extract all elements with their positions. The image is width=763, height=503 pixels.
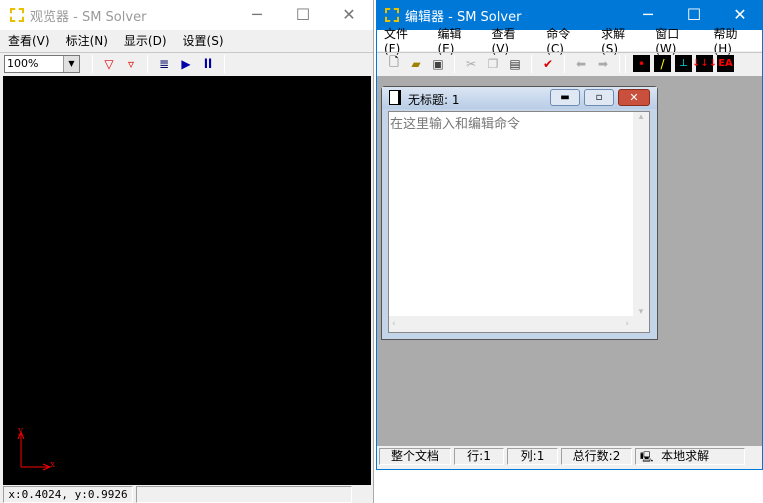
viewer-toolbar: 100% ▼ ▽ ▿ ≣ ▶ ll [0, 52, 373, 74]
zoom-select[interactable]: 100% ▼ [4, 54, 80, 73]
viewer-menu-bar: 查看(V) 标注(N) 显示(D) 设置(S) [0, 30, 373, 51]
status-solver-label: 本地求解 [661, 449, 710, 463]
editor-toolbar: 🗋 ▰ ▣ ✂ ❐ ▤ ✔ ⬅ ➡ • / ⊥ ↓↓↓ EA [377, 52, 762, 74]
editor-window: 编辑器 - SM Solver ─ ☐ ✕ 文件(F) 编辑(E) 查看(V) … [376, 0, 763, 470]
zoom-in-icon[interactable]: ▽ [100, 55, 118, 73]
zoom-out-icon[interactable]: ▿ [122, 55, 140, 73]
list-step-icon[interactable]: ≣ [155, 55, 173, 73]
support-icon[interactable]: ⊥ [675, 55, 692, 72]
editor-placeholder: 在这里输入和编辑命令 [390, 117, 521, 132]
document-icon [389, 90, 401, 105]
window-title: 观览器 - SM Solver [30, 9, 147, 25]
ea-icon[interactable]: EA [717, 55, 734, 72]
new-file-icon[interactable]: 🗋 [385, 55, 403, 73]
computer-icon: 🖳 [640, 452, 654, 463]
menu-display[interactable]: 显示(D) [116, 32, 175, 49]
doc-close-button[interactable]: ✕ [618, 89, 650, 106]
axis-x-label: x [50, 460, 56, 470]
size-grip[interactable] [633, 316, 649, 332]
element-icon[interactable]: / [654, 55, 671, 72]
horizontal-scrollbar[interactable]: ‹ › [389, 316, 633, 332]
menu-view[interactable]: 查看(V) [0, 32, 58, 49]
play-icon[interactable]: ▶ [177, 55, 195, 73]
status-panel-empty [136, 486, 352, 503]
maximize-button[interactable]: ☐ [280, 0, 326, 30]
vertical-scrollbar[interactable]: ▴ ▾ [633, 112, 649, 317]
copy-icon[interactable]: ❐ [484, 55, 502, 73]
menu-settings[interactable]: 设置(S) [175, 32, 232, 49]
axis-y-label: y [18, 426, 24, 436]
viewer-canvas[interactable]: y x [3, 76, 371, 485]
chevron-down-icon[interactable]: ▼ [63, 55, 79, 72]
minimize-button[interactable]: ─ [234, 0, 280, 30]
status-total-lines: 总行数:2 [561, 448, 632, 465]
viewer-title-bar[interactable]: 观览器 - SM Solver ─ ☐ ✕ [0, 0, 373, 30]
cut-icon[interactable]: ✂ [462, 55, 480, 73]
open-folder-icon[interactable]: ▰ [407, 55, 425, 73]
mdi-area: 无标题: 1 ▬ ▫ ✕ 在这里输入和编辑命令 ▴ ▾ ‹ › [377, 76, 762, 446]
status-scope: 整个文档 [379, 448, 451, 465]
back-arrow-icon[interactable]: ⬅ [572, 55, 590, 73]
status-line: 行:1 [454, 448, 504, 465]
status-solver-mode: 🖳 本地求解 [635, 448, 745, 465]
status-column: 列:1 [507, 448, 558, 465]
doc-minimize-button[interactable]: ▬ [550, 89, 580, 106]
pause-icon[interactable]: ll [199, 55, 217, 73]
command-editor[interactable]: 在这里输入和编辑命令 ▴ ▾ ‹ › [388, 111, 650, 333]
forward-arrow-icon[interactable]: ➡ [594, 55, 612, 73]
node-icon[interactable]: • [633, 55, 650, 72]
app-icon [10, 8, 24, 22]
close-button[interactable]: ✕ [326, 0, 372, 30]
coords-status: x:0.4024, y:0.9926 [3, 486, 133, 503]
save-icon[interactable]: ▣ [429, 55, 447, 73]
check-document-icon[interactable]: ✔ [539, 55, 557, 73]
doc-restore-button[interactable]: ▫ [584, 89, 614, 106]
editor-menu-bar: 文件(F) 编辑(E) 查看(V) 命令(C) 求解(S) 窗口(W) 帮助(H… [377, 27, 762, 56]
paste-icon[interactable]: ▤ [506, 55, 524, 73]
document-title: 无标题: 1 [408, 93, 460, 107]
window-title: 编辑器 - SM Solver [405, 9, 522, 25]
document-window: 无标题: 1 ▬ ▫ ✕ 在这里输入和编辑命令 ▴ ▾ ‹ › [381, 86, 658, 340]
viewer-window: 观览器 - SM Solver ─ ☐ ✕ 查看(V) 标注(N) 显示(D) … [0, 0, 374, 503]
menu-annotate[interactable]: 标注(N) [58, 32, 116, 49]
document-title-bar[interactable]: 无标题: 1 ▬ ▫ ✕ [382, 87, 657, 109]
app-icon [385, 8, 399, 22]
load-icon[interactable]: ↓↓↓ [692, 55, 717, 72]
zoom-value: 100% [7, 56, 39, 70]
